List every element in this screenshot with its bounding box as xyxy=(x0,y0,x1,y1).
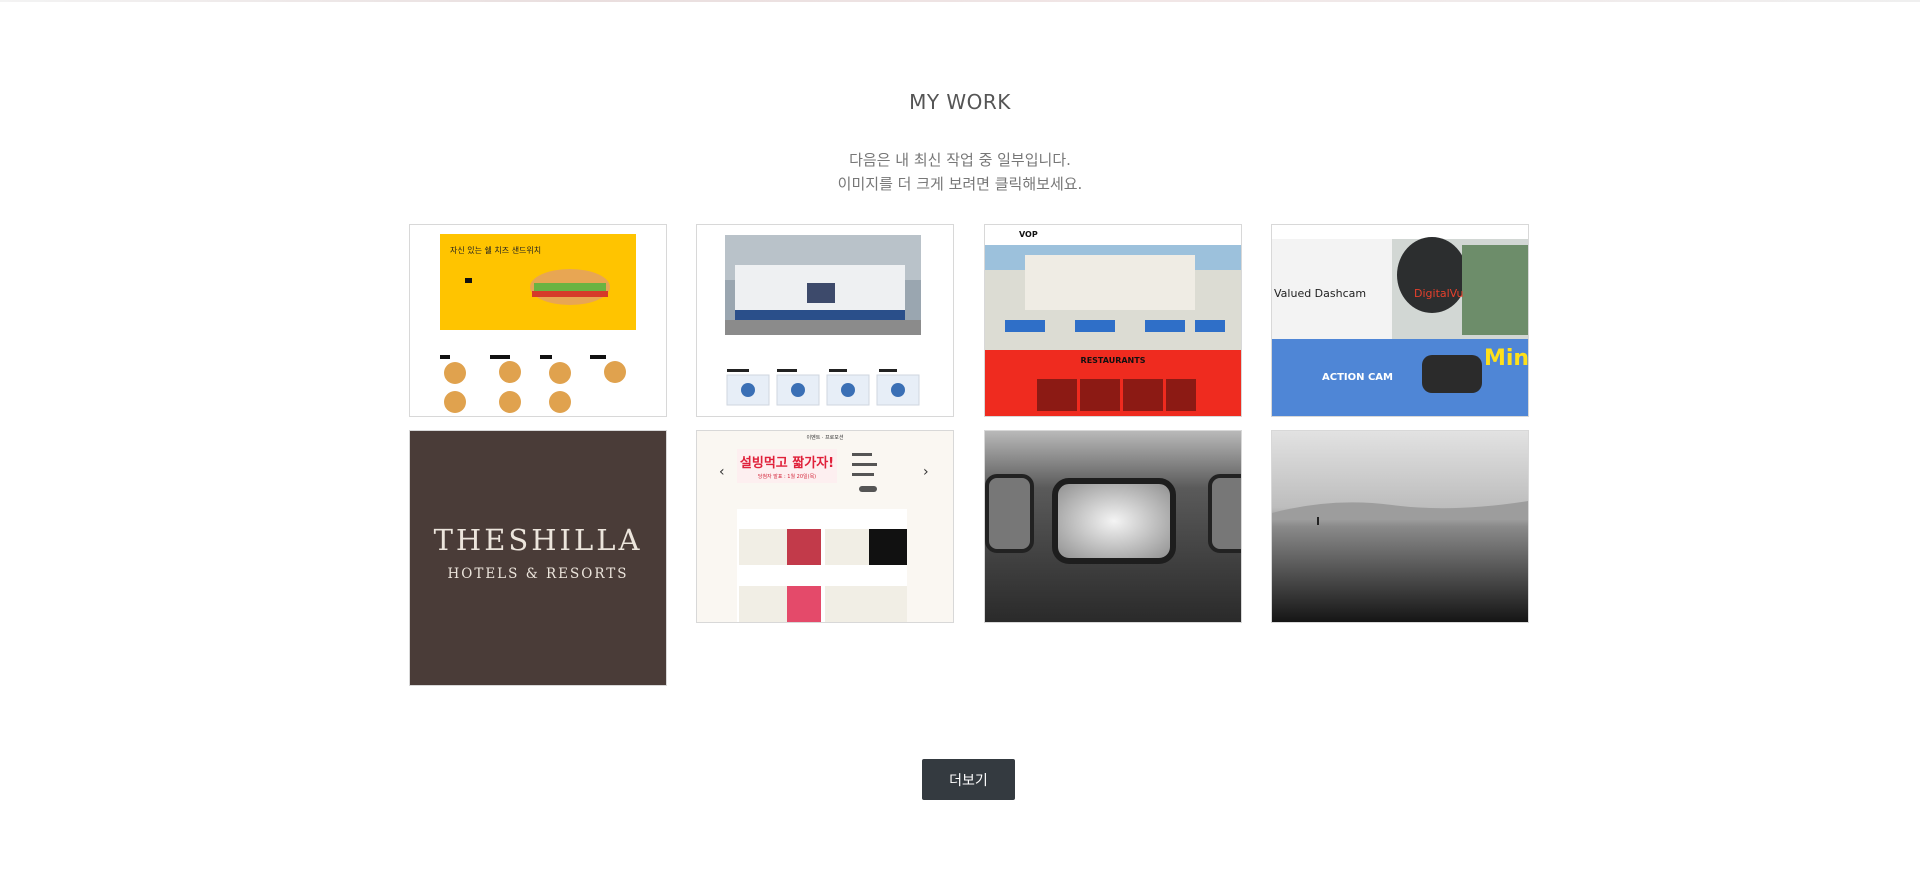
portfolio-thumbnail-train-photo[interactable] xyxy=(984,430,1242,623)
portfolio-thumbnail-shilla[interactable]: THESHILLA HOTELS & RESORTS xyxy=(409,430,667,686)
section-subtitle: 다음은 내 최신 작업 중 일부입니다. 이미지를 더 크게 보려면 클릭해보세… xyxy=(0,148,1920,196)
portfolio-thumbnail-dashcam[interactable]: Valued Dashcam DigitalVu ACTION CAM Mini xyxy=(1271,224,1529,417)
portfolio-thumbnail-sea-photo[interactable] xyxy=(1271,430,1529,623)
event-banner-sub: 당첨자 발표 : 1월 20일(목) xyxy=(758,473,816,480)
portfolio-thumbnail-sandwich[interactable]: 자신 있는 쉘 치즈 샌드위치 xyxy=(409,224,667,417)
svg-text:‹: ‹ xyxy=(719,464,725,480)
portfolio-thumbnail-building[interactable] xyxy=(696,224,954,417)
subtitle-line-1: 다음은 내 최신 작업 중 일부입니다. xyxy=(849,151,1071,169)
mini-label: Mini xyxy=(1484,346,1528,371)
top-divider xyxy=(0,0,1920,2)
dashcam-headline: Valued Dashcam xyxy=(1274,287,1366,300)
svg-text:›: › xyxy=(923,464,929,480)
event-header: 이벤트 · 프로모션 xyxy=(807,434,844,441)
portfolio-thumbnail-restaurant[interactable]: VOP RESTAURANTS xyxy=(984,224,1242,417)
vop-logo: VOP xyxy=(1019,230,1038,239)
event-banner: 설빙먹고 짧가자! xyxy=(740,455,834,471)
load-more-button[interactable]: 더보기 xyxy=(922,759,1015,800)
sandwich-headline: 자신 있는 쉘 치즈 샌드위치 xyxy=(450,245,541,255)
shilla-logo-subtitle: HOTELS & RESORTS xyxy=(447,566,628,582)
shilla-logo-title: THESHILLA xyxy=(434,523,643,557)
section-title: MY WORK xyxy=(909,90,1011,114)
subtitle-line-2: 이미지를 더 크게 보려면 클릭해보세요. xyxy=(837,175,1083,193)
dashcam-highlight: DigitalVu xyxy=(1414,287,1463,300)
portfolio-thumbnail-event[interactable]: 이벤트 · 프로모션 설빙먹고 짧가자! 당첨자 발표 : 1월 20일(목) … xyxy=(696,430,954,623)
action-cam-label: ACTION CAM xyxy=(1322,372,1393,383)
restaurants-label: RESTAURANTS xyxy=(1081,356,1146,365)
